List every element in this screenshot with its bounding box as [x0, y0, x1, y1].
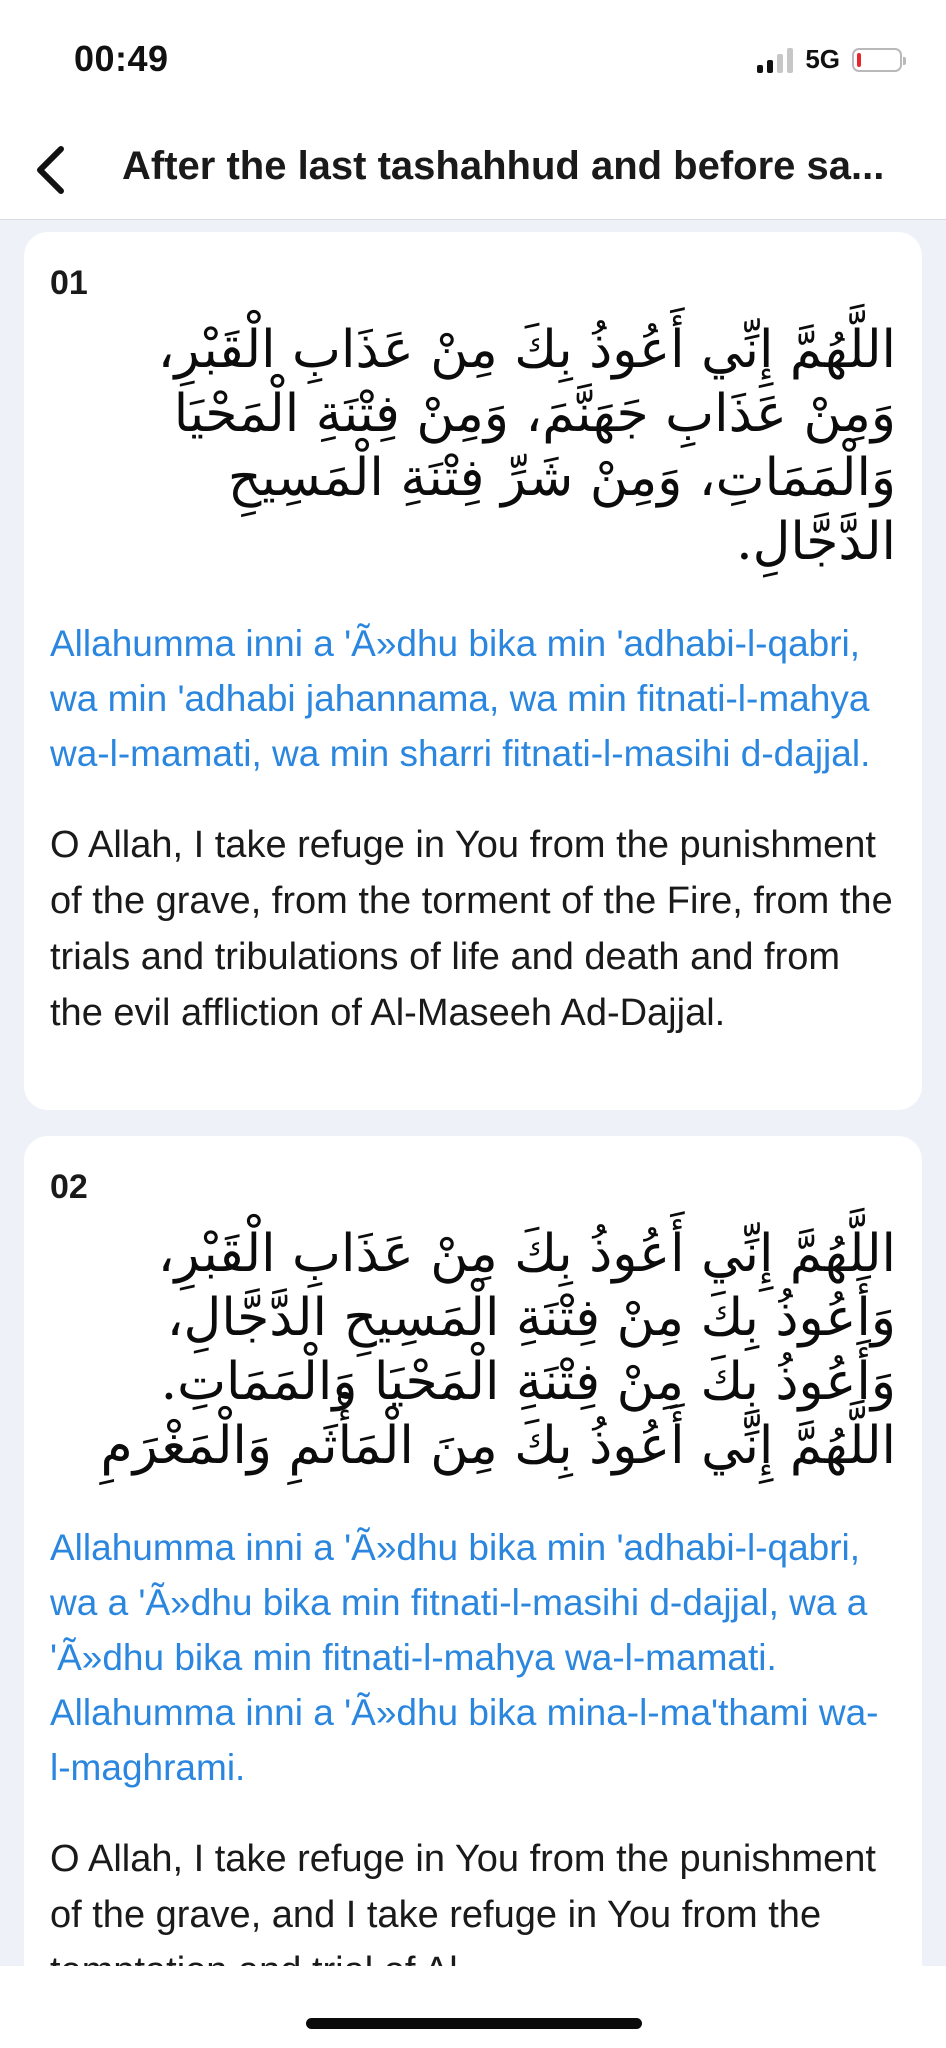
signal-icon — [757, 47, 794, 73]
status-bar: 00:49 5G — [0, 0, 946, 120]
home-indicator[interactable] — [306, 2018, 642, 2029]
status-indicators: 5G — [757, 44, 906, 75]
dua-arabic-text: اللَّهُمَّ إِنِّي أَعُوذُ بِكَ مِنْ عَذَ… — [157, 320, 896, 572]
battery-icon — [852, 47, 906, 72]
dua-list[interactable]: 01 اللَّهُمَّ إِنِّي أَعُوذُ بِكَ مِنْ ع… — [0, 220, 946, 1966]
dua-card: 01 اللَّهُمَّ إِنِّي أَعُوذُ بِكَ مِنْ ع… — [24, 232, 922, 1110]
dua-translation: O Allah, I take refuge in You from the p… — [50, 824, 893, 1034]
dua-transliteration: Allahumma inni a 'Ã»dhu bika min 'adhabi… — [50, 623, 871, 774]
chevron-left-icon — [37, 146, 64, 194]
network-label: 5G — [805, 44, 840, 74]
back-button[interactable] — [22, 140, 78, 200]
dua-arabic-text: اللَّهُمَّ إِنِّي أَعُوذُ بِكَ مِنْ عَذَ… — [100, 1224, 896, 1476]
home-indicator-area — [0, 1966, 946, 2048]
status-time: 00:49 — [74, 38, 169, 79]
dua-number: 02 — [50, 1168, 88, 1206]
dua-card: 02 اللَّهُمَّ إِنِّي أَعُوذُ بِكَ مِنْ ع… — [24, 1136, 922, 1966]
battery-level — [857, 52, 861, 67]
dua-transliteration: Allahumma inni a 'Ã»dhu bika min 'adhabi… — [50, 1527, 879, 1788]
dua-number: 01 — [50, 264, 88, 302]
page-title: After the last tashahhud and before sa..… — [122, 144, 885, 188]
nav-header: After the last tashahhud and before sa..… — [0, 120, 946, 220]
dua-translation: O Allah, I take refuge in You from the p… — [50, 1838, 876, 1966]
